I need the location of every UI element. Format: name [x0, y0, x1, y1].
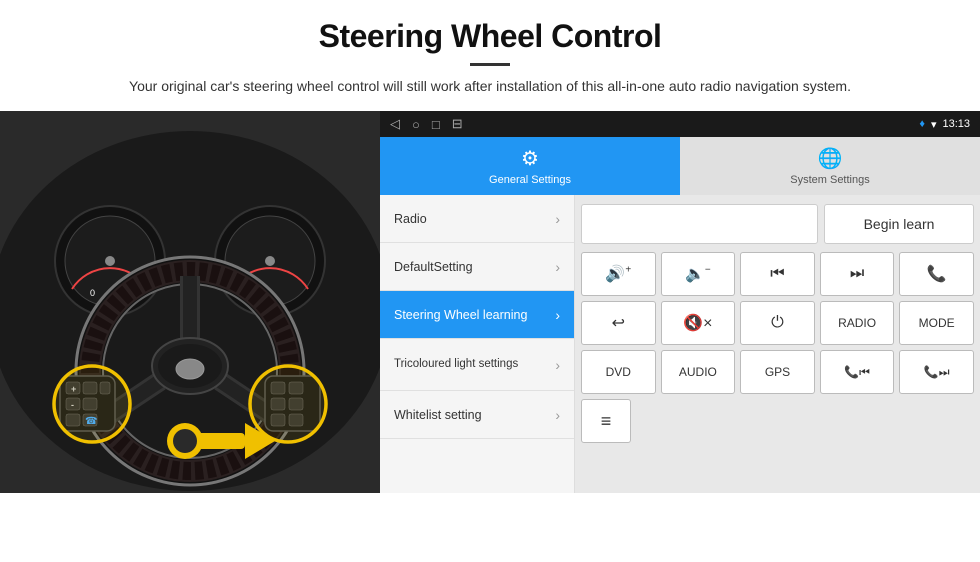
mode-button[interactable]: MODE — [899, 301, 974, 345]
phone-next-button[interactable]: 📞⏭ — [899, 350, 974, 394]
menu-item-steering[interactable]: Steering Wheel learning › — [380, 291, 574, 339]
begin-learn-row: Begin learn — [581, 201, 974, 247]
chevron-right-icon: › — [555, 259, 560, 275]
next-track-icon: ⏭ — [850, 265, 864, 283]
system-settings-icon: 🌐 — [818, 146, 843, 171]
volume-down-button[interactable]: 🔈− — [661, 252, 736, 296]
gps-label: GPS — [765, 365, 790, 379]
general-settings-icon: ⚙ — [521, 146, 539, 171]
dvd-button[interactable]: DVD — [581, 350, 656, 394]
phone-prev-icon: 📞⏮ — [844, 365, 870, 380]
general-settings-label: General Settings — [489, 174, 571, 186]
status-bar: ◁ ○ □ ⊟ ♦ ▾ 13:13 — [380, 111, 980, 137]
volume-up-button[interactable]: 🔊+ — [581, 252, 656, 296]
clock: 13:13 — [942, 118, 970, 130]
power-icon: ⏻ — [771, 314, 784, 332]
audio-button[interactable]: AUDIO — [661, 350, 736, 394]
mute-icon: 🔇× — [683, 313, 712, 333]
mode-label: MODE — [919, 316, 955, 330]
phone-icon: 📞 — [927, 264, 947, 284]
signal-icon: ▾ — [931, 118, 937, 131]
menu-item-radio[interactable]: Radio › — [380, 195, 574, 243]
controls-row-1: 🔊+ 🔈− ⏮ ⏭ 📞 — [581, 252, 974, 296]
system-settings-label: System Settings — [790, 174, 869, 186]
prev-track-button[interactable]: ⏮ — [740, 252, 815, 296]
menu-radio-label: Radio — [394, 212, 427, 226]
nav-extra-icon[interactable]: ⊟ — [452, 116, 463, 132]
menu-list: Radio › DefaultSetting › Steering Wheel … — [380, 195, 575, 493]
page-subtitle: Your original car's steering wheel contr… — [40, 76, 940, 97]
menu-icon-button[interactable]: ≡ — [581, 399, 631, 443]
chevron-right-icon: › — [555, 407, 560, 423]
prev-track-icon: ⏮ — [770, 265, 784, 283]
audio-label: AUDIO — [679, 365, 717, 379]
phone-next-icon: 📞⏭ — [924, 365, 950, 380]
chevron-right-icon: › — [555, 307, 560, 323]
menu-item-whitelist[interactable]: Whitelist setting › — [380, 391, 574, 439]
begin-learn-button[interactable]: Begin learn — [824, 204, 974, 244]
main-content: 0 120 — [0, 111, 980, 493]
hang-up-button[interactable]: ↩ — [581, 301, 656, 345]
chevron-right-icon: › — [555, 357, 560, 373]
controls-bottom-row: ≡ — [581, 399, 974, 443]
title-divider — [470, 63, 510, 66]
gps-button[interactable]: GPS — [740, 350, 815, 394]
menu-steering-label: Steering Wheel learning — [394, 308, 527, 322]
phone-prev-button[interactable]: 📞⏮ — [820, 350, 895, 394]
location-icon: ♦ — [919, 118, 925, 130]
radio-button[interactable]: RADIO — [820, 301, 895, 345]
menu-tricoloured-label: Tricoloured light settings — [394, 357, 555, 372]
nav-home-icon[interactable]: ○ — [412, 117, 420, 132]
page-title: Steering Wheel Control — [40, 18, 940, 55]
svg-text:0: 0 — [90, 288, 95, 298]
page-header: Steering Wheel Control Your original car… — [0, 0, 980, 107]
chevron-right-icon: › — [555, 211, 560, 227]
status-bar-right: ♦ ▾ 13:13 — [919, 118, 970, 131]
mute-button[interactable]: 🔇× — [661, 301, 736, 345]
menu-item-default[interactable]: DefaultSetting › — [380, 243, 574, 291]
tab-system[interactable]: 🌐 System Settings — [680, 137, 980, 195]
next-track-button[interactable]: ⏭ — [820, 252, 895, 296]
android-ui: ◁ ○ □ ⊟ ♦ ▾ 13:13 ⚙ General Settings 🌐 S… — [380, 111, 980, 493]
controls-panel: Begin learn 🔊+ 🔈− ⏮ ⏭ — [575, 195, 980, 493]
phone-button[interactable]: 📞 — [899, 252, 974, 296]
steering-wheel-image: 0 120 — [0, 111, 380, 493]
top-tabs: ⚙ General Settings 🌐 System Settings — [380, 137, 980, 195]
status-bar-nav: ◁ ○ □ ⊟ — [390, 116, 463, 132]
learn-input-field[interactable] — [581, 204, 818, 244]
tab-general[interactable]: ⚙ General Settings — [380, 137, 680, 195]
content-area: Radio › DefaultSetting › Steering Wheel … — [380, 195, 980, 493]
dvd-label: DVD — [606, 365, 631, 379]
hamburger-icon: ≡ — [601, 411, 612, 432]
nav-square-icon[interactable]: □ — [432, 117, 440, 132]
vol-up-icon: 🔊+ — [605, 264, 631, 284]
menu-default-label: DefaultSetting — [394, 260, 473, 274]
power-button[interactable]: ⏻ — [740, 301, 815, 345]
menu-whitelist-label: Whitelist setting — [394, 408, 482, 422]
radio-label: RADIO — [838, 316, 876, 330]
vol-down-icon: 🔈− — [685, 264, 711, 284]
menu-item-tricoloured[interactable]: Tricoloured light settings › — [380, 339, 574, 391]
controls-row-3: DVD AUDIO GPS 📞⏮ 📞⏭ — [581, 350, 974, 394]
nav-back-icon[interactable]: ◁ — [390, 116, 400, 132]
controls-row-2: ↩ 🔇× ⏻ RADIO MODE — [581, 301, 974, 345]
hang-up-icon: ↩ — [612, 313, 625, 333]
